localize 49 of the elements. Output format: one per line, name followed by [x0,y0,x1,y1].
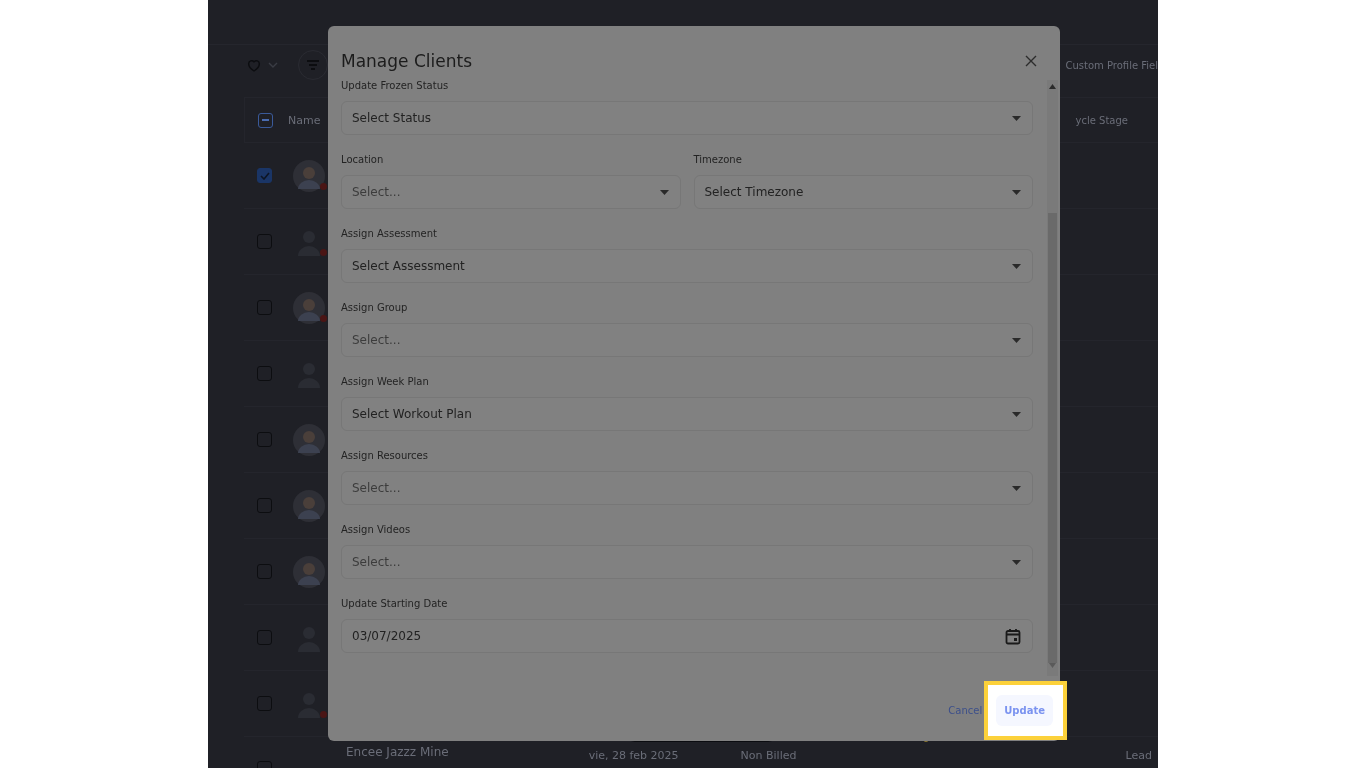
select-field[interactable]: Select... [341,323,1033,357]
avatar-icon [293,159,325,192]
field-label: Assign Resources [341,450,429,463]
field-label: Timezone [693,154,743,167]
custom-fields-button[interactable]: Custom Profile Fiel [1057,55,1158,75]
field-label: Update Starting Date [341,598,449,611]
update-button[interactable]: Update [996,694,1053,726]
close-icon[interactable] [1025,55,1037,67]
select-field[interactable]: Select... [341,471,1033,505]
scrollbar[interactable] [1047,80,1058,676]
dropdown-caret-icon [1012,485,1021,491]
column-header[interactable]: Name [288,113,321,127]
row-checkbox[interactable] [257,168,272,183]
avatar-icon [293,489,325,522]
select-field[interactable]: Select Status [341,101,1033,135]
select-field[interactable]: Select... [341,175,681,209]
dropdown-caret-icon [1012,189,1021,195]
avatar-icon [293,555,325,588]
date-cell: vie, 28 feb 2025 [588,749,679,762]
dropdown-caret-icon [659,189,669,195]
field-label: Assign Week Plan [341,376,430,389]
select-field[interactable]: Select... [341,545,1033,579]
dropdown-caret-icon [1012,411,1021,417]
stage-cell: Lead [1125,749,1152,762]
field-label: Assign Group [341,302,409,315]
billing-cell: Non Billed [740,749,797,762]
chevron-down-icon[interactable] [268,61,278,69]
scrollbar-thumb[interactable] [1048,213,1057,663]
select-field[interactable]: Select Timezone [693,175,1033,209]
dropdown-caret-icon [1012,559,1021,565]
select-field[interactable]: Select Workout Plan [341,397,1033,431]
column-header[interactable]: ycle Stage [1075,114,1128,126]
cancel-link[interactable]: Cancel [948,704,985,716]
field-label: Assign Videos [341,524,412,537]
calendar-icon[interactable] [1005,627,1021,645]
field-label: Update Frozen Status [341,80,450,93]
select-field[interactable]: Select Assessment [341,249,1033,283]
avatar-icon [293,291,325,324]
modal-title: Manage Clients [341,51,472,71]
avatar-icon [293,423,325,456]
dropdown-caret-icon [1012,115,1021,121]
header-checkbox[interactable] [258,112,273,128]
client-name: Encee Jazzz Mine [346,745,449,759]
dropdown-caret-icon [1012,337,1021,343]
date-field[interactable]: 03/07/2025 [341,619,1033,653]
scroll-up-icon[interactable] [1049,84,1056,89]
field-label: Location [341,154,385,167]
field-label: Assign Assessment [341,228,438,241]
dropdown-caret-icon [1012,263,1021,269]
